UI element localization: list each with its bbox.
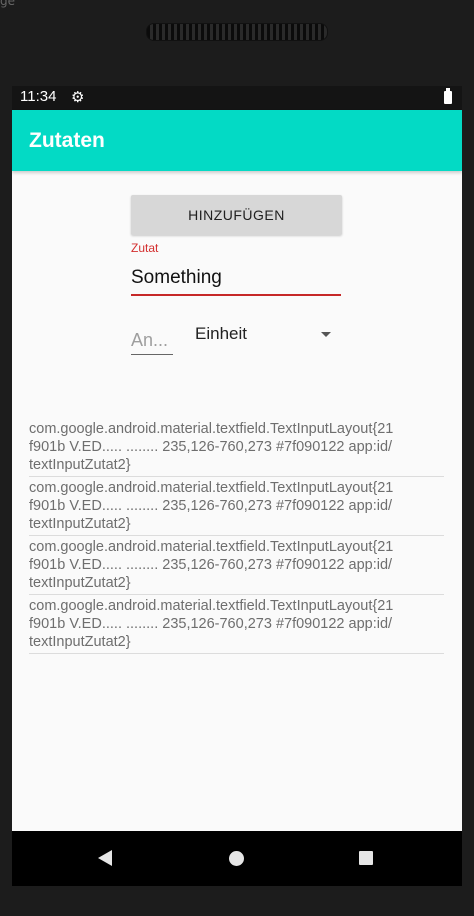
ingredient-list: com.google.android.material.textfield.Te… [29, 418, 444, 654]
list-item-line: com.google.android.material.textfield.Te… [29, 421, 394, 437]
page-title: Zutaten [29, 129, 105, 152]
status-bar: 11:34 ⚙ [12, 86, 462, 110]
battery-icon [444, 88, 452, 104]
recents-icon[interactable] [359, 851, 373, 865]
device-frame: ge 11:34 ⚙ Zutaten HINZUFÜGEN Zutat Einh… [0, 0, 474, 916]
add-ingredient-button[interactable]: HINZUFÜGEN [131, 195, 342, 235]
unit-dropdown-value: Einheit [195, 324, 247, 343]
list-item-line: textInputZutat2} [29, 457, 131, 473]
device-corner-label: ge [0, 0, 15, 8]
speaker-grille [146, 23, 328, 41]
back-icon[interactable] [98, 850, 112, 866]
unit-dropdown[interactable]: Einheit [195, 320, 331, 350]
navigation-bar [12, 831, 462, 886]
app-screen: 11:34 ⚙ Zutaten HINZUFÜGEN Zutat Einheit… [12, 86, 462, 886]
list-item[interactable]: com.google.android.material.textfield.Te… [29, 477, 444, 536]
list-item-line: com.google.android.material.textfield.Te… [29, 598, 394, 614]
status-time: 11:34 [20, 88, 57, 105]
list-item[interactable]: com.google.android.material.textfield.Te… [29, 418, 444, 477]
amount-input[interactable] [131, 326, 173, 355]
list-item-line: f901b V.ED..... ........ 235,126-760,273… [29, 498, 393, 514]
list-item-line: f901b V.ED..... ........ 235,126-760,273… [29, 439, 393, 455]
app-bar: Zutaten [12, 110, 462, 171]
ingredient-field-label: Zutat [131, 241, 159, 255]
home-icon[interactable] [229, 851, 244, 866]
list-item-line: textInputZutat2} [29, 575, 131, 591]
list-item[interactable]: com.google.android.material.textfield.Te… [29, 536, 444, 595]
list-item-line: textInputZutat2} [29, 634, 131, 650]
list-item-line: f901b V.ED..... ........ 235,126-760,273… [29, 557, 393, 573]
dropdown-arrow-icon [321, 332, 331, 337]
list-item-line: com.google.android.material.textfield.Te… [29, 480, 394, 496]
list-item-line: f901b V.ED..... ........ 235,126-760,273… [29, 616, 393, 632]
gear-icon: ⚙ [71, 88, 85, 106]
ingredient-input[interactable] [131, 262, 341, 296]
list-item-line: textInputZutat2} [29, 516, 131, 532]
list-item[interactable]: com.google.android.material.textfield.Te… [29, 595, 444, 654]
list-item-line: com.google.android.material.textfield.Te… [29, 539, 394, 555]
